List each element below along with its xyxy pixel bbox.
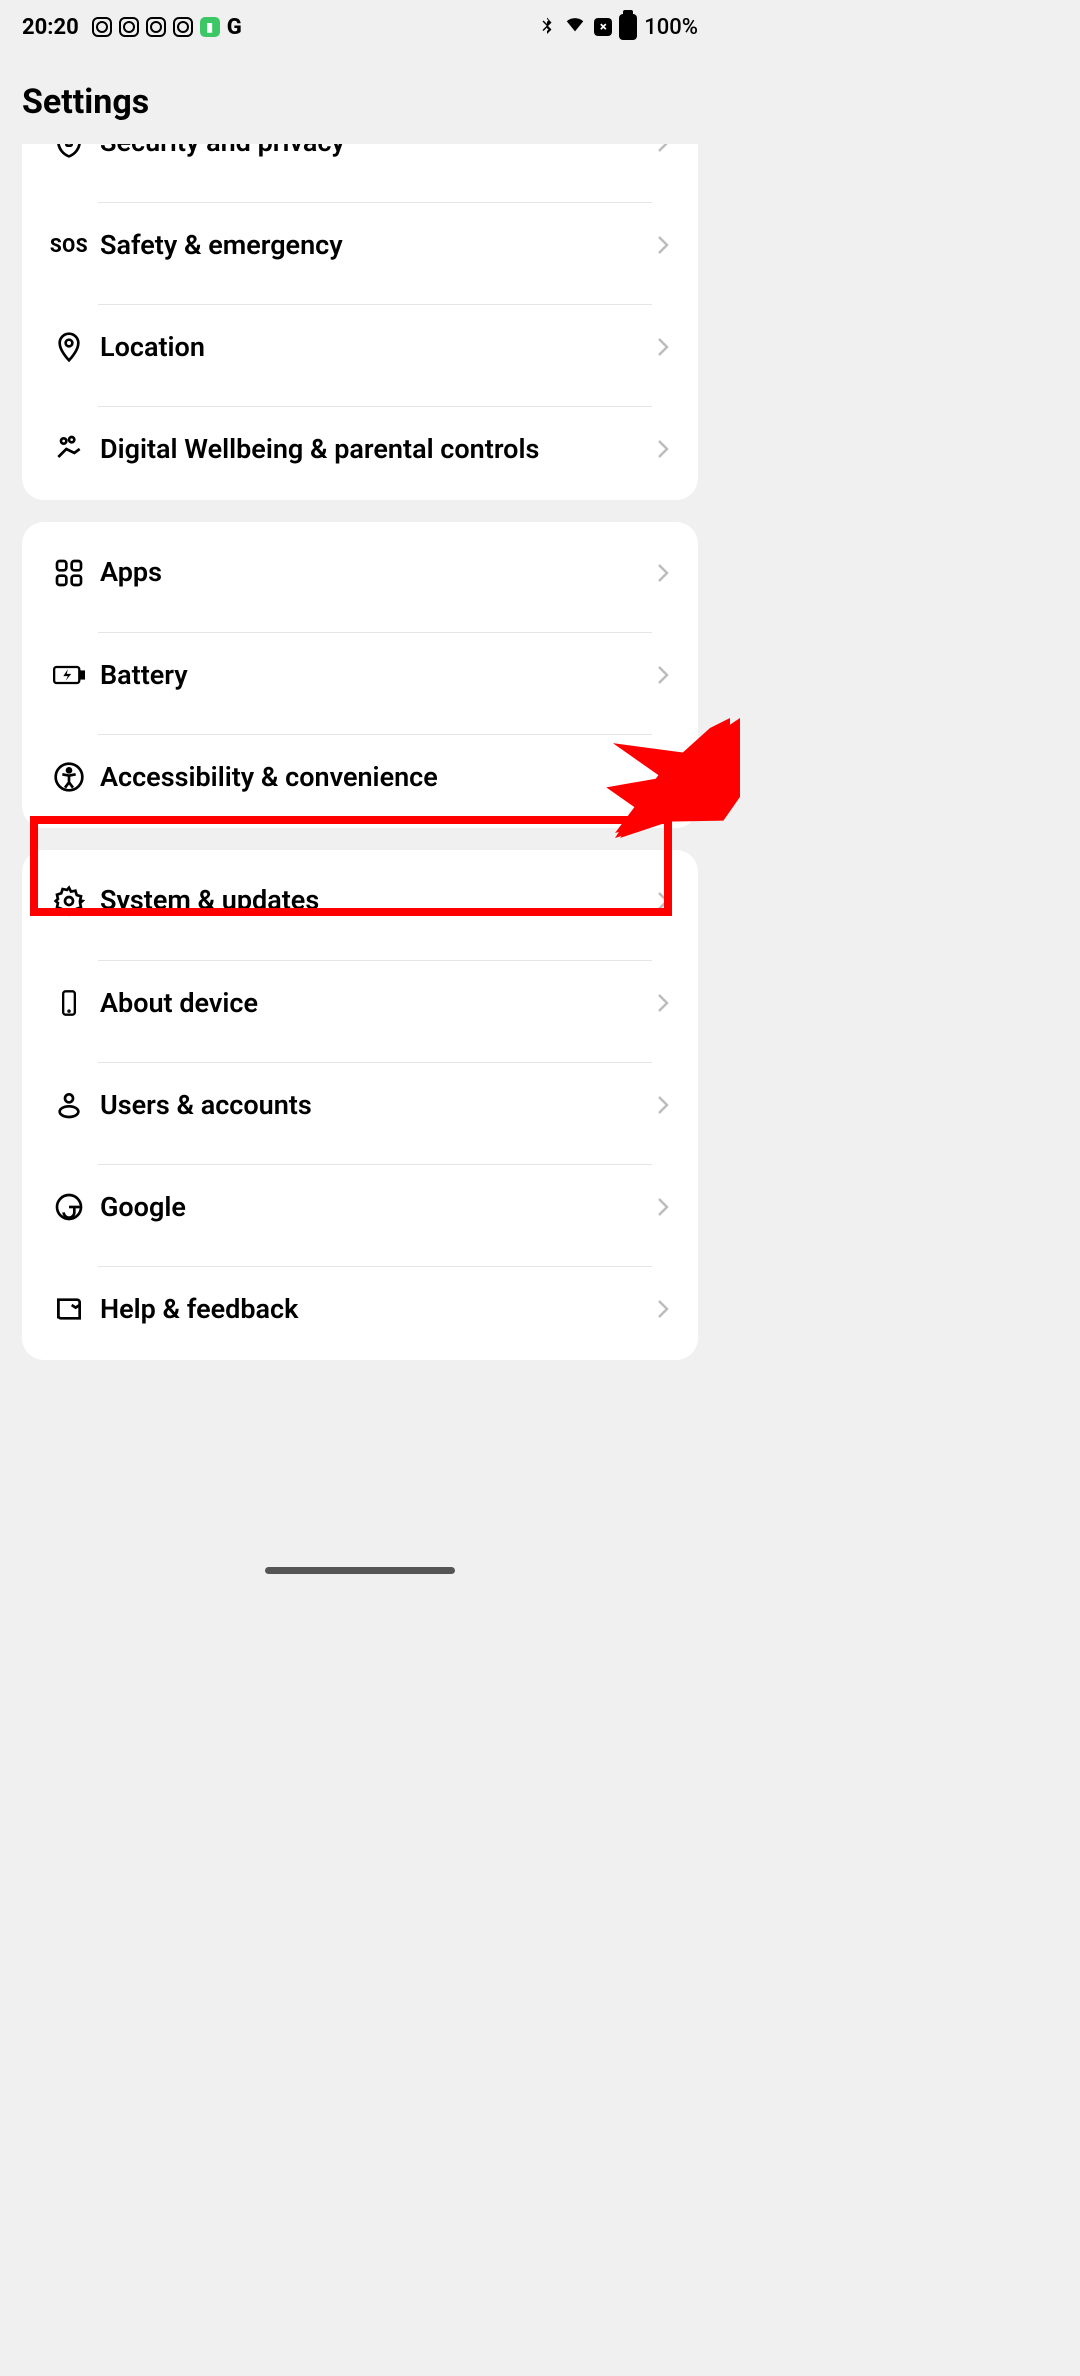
- row-help[interactable]: Help & feedback: [22, 1258, 698, 1360]
- sos-icon: SOS: [40, 234, 98, 257]
- chevron-right-icon: [652, 767, 674, 787]
- shield-icon: [40, 144, 98, 159]
- google-status-icon: G: [227, 15, 242, 40]
- row-about[interactable]: About device: [22, 952, 698, 1054]
- settings-group: System & updates About device Users & ac…: [22, 850, 698, 1360]
- chevron-right-icon: [652, 439, 674, 459]
- page-header: Settings: [0, 54, 720, 144]
- user-icon: [40, 1089, 98, 1121]
- chevron-right-icon: [652, 144, 674, 153]
- row-battery[interactable]: Battery: [22, 624, 698, 726]
- phone-icon: [40, 989, 98, 1017]
- row-label: System & updates: [100, 884, 319, 918]
- row-location[interactable]: Location: [22, 296, 698, 398]
- row-label: Security and privacy: [100, 144, 345, 160]
- row-apps[interactable]: Apps: [22, 522, 698, 624]
- row-label: Users & accounts: [100, 1089, 312, 1123]
- battery-saver-icon: ▮: [200, 17, 220, 37]
- row-label: Accessibility & convenience: [100, 761, 438, 795]
- row-label: Apps: [100, 556, 162, 590]
- instagram-icon: [119, 17, 139, 37]
- home-indicator[interactable]: [265, 1567, 455, 1574]
- chevron-right-icon: [652, 1197, 674, 1217]
- chevron-right-icon: [652, 235, 674, 255]
- book-icon: [40, 1293, 98, 1325]
- chevron-right-icon: [652, 1299, 674, 1319]
- heart-hand-icon: [40, 433, 98, 465]
- status-time: 20:20: [22, 15, 79, 40]
- row-accessibility[interactable]: Accessibility & convenience: [22, 726, 698, 828]
- chevron-right-icon: [652, 665, 674, 685]
- instagram-icon: [173, 17, 193, 37]
- row-wellbeing[interactable]: Digital Wellbeing & parental controls: [22, 398, 698, 500]
- apps-grid-icon: [40, 557, 98, 589]
- chevron-right-icon: [652, 563, 674, 583]
- battery-charge-icon: [40, 659, 98, 691]
- google-g-icon: [40, 1191, 98, 1223]
- row-security[interactable]: Security and privacy: [22, 144, 698, 194]
- row-google[interactable]: Google: [22, 1156, 698, 1258]
- status-right: × 100%: [538, 13, 698, 41]
- row-label: Location: [100, 331, 205, 365]
- settings-list[interactable]: Security and privacy SOS Safety & emerge…: [0, 144, 720, 1578]
- instagram-icon: [92, 17, 112, 37]
- page-title: Settings: [22, 82, 698, 122]
- no-signal-icon: ×: [594, 18, 612, 36]
- gear-icon: [40, 885, 98, 917]
- location-pin-icon: [40, 331, 98, 363]
- battery-percentage: 100%: [644, 15, 698, 40]
- row-label: Safety & emergency: [100, 229, 343, 263]
- instagram-icon: [146, 17, 166, 37]
- row-users[interactable]: Users & accounts: [22, 1054, 698, 1156]
- settings-group: Apps Battery Accessibility & convenience: [22, 522, 698, 828]
- settings-group: Security and privacy SOS Safety & emerge…: [22, 144, 698, 500]
- chevron-right-icon: [652, 891, 674, 911]
- battery-full-icon: [619, 14, 637, 40]
- chevron-right-icon: [652, 993, 674, 1013]
- row-label: About device: [100, 987, 258, 1021]
- row-label: Help & feedback: [100, 1293, 298, 1327]
- status-left: 20:20 ▮ G: [22, 15, 242, 40]
- wifi-icon: [563, 13, 587, 41]
- row-system[interactable]: System & updates: [22, 850, 698, 952]
- row-label: Google: [100, 1191, 186, 1225]
- bluetooth-icon: [538, 14, 556, 41]
- row-label: Battery: [100, 659, 188, 693]
- status-bar: 20:20 ▮ G × 100%: [0, 0, 720, 54]
- chevron-right-icon: [652, 337, 674, 357]
- accessibility-icon: [40, 761, 98, 793]
- row-label: Digital Wellbeing & parental controls: [100, 433, 539, 467]
- row-safety[interactable]: SOS Safety & emergency: [22, 194, 698, 296]
- chevron-right-icon: [652, 1095, 674, 1115]
